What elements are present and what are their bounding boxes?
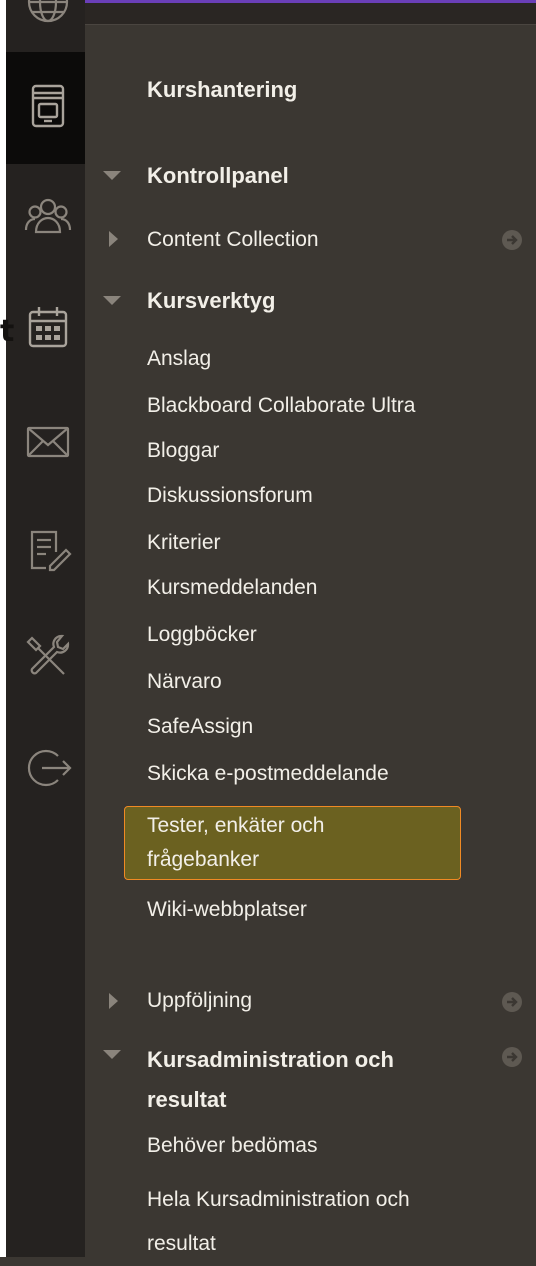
tools-icon[interactable] — [24, 632, 72, 680]
groups-icon[interactable] — [24, 192, 72, 240]
content-collection-link[interactable]: Content Collection — [147, 226, 319, 254]
tool-link[interactable]: Kriterier — [147, 529, 221, 557]
grade-center-header[interactable]: Kursadministration och resultat — [147, 1040, 394, 1120]
full-grade-center-link[interactable]: Hela Kursadministration och resultat — [147, 1178, 410, 1266]
tool-link[interactable]: Skicka e-postmeddelande — [147, 760, 389, 788]
go-arrow-icon[interactable] — [502, 1047, 522, 1067]
course-book-icon[interactable] — [24, 82, 72, 130]
go-arrow-icon[interactable] — [502, 992, 522, 1012]
tool-link[interactable]: Bloggar — [147, 437, 219, 465]
highlighted-tool-label: Tester, enkäter och frågebanker — [147, 814, 325, 871]
collapsed-arrow-icon[interactable] — [109, 993, 118, 1009]
expanded-arrow-icon[interactable] — [103, 296, 121, 305]
expanded-arrow-icon[interactable] — [103, 1050, 121, 1059]
tool-link[interactable]: Wiki-webbplatser — [147, 896, 307, 924]
icon-rail — [6, 0, 85, 1257]
globe-icon[interactable] — [24, 0, 72, 26]
tool-link[interactable]: Närvaro — [147, 668, 222, 696]
tool-link[interactable]: Diskussionsforum — [147, 482, 313, 510]
tool-link[interactable]: Kursmeddelanden — [147, 574, 317, 602]
sign-out-icon[interactable] — [24, 744, 72, 792]
needs-grading-link[interactable]: Behöver bedömas — [147, 1132, 317, 1160]
mail-icon[interactable] — [24, 418, 72, 466]
tool-link[interactable]: Blackboard Collaborate Ultra — [147, 392, 415, 420]
menu-title: Kurshantering — [147, 77, 298, 102]
partial-letter: t — [0, 314, 15, 349]
top-accent-line — [85, 0, 536, 3]
course-tools-header[interactable]: Kursverktyg — [147, 287, 275, 315]
followup-link[interactable]: Uppföljning — [147, 987, 252, 1015]
grades-edit-icon[interactable] — [24, 526, 72, 574]
go-arrow-icon[interactable] — [502, 230, 522, 250]
tool-link[interactable]: Anslag — [147, 345, 211, 373]
highlighted-tool-link[interactable]: Tester, enkäter och frågebanker — [124, 806, 461, 880]
control-panel-header[interactable]: Kontrollpanel — [147, 162, 289, 190]
tool-link[interactable]: SafeAssign — [147, 713, 253, 741]
collapsed-arrow-icon[interactable] — [109, 231, 118, 247]
calendar-icon[interactable] — [24, 304, 72, 352]
top-bar — [85, 0, 536, 25]
expanded-arrow-icon[interactable] — [103, 171, 121, 180]
tool-link[interactable]: Loggböcker — [147, 621, 257, 649]
